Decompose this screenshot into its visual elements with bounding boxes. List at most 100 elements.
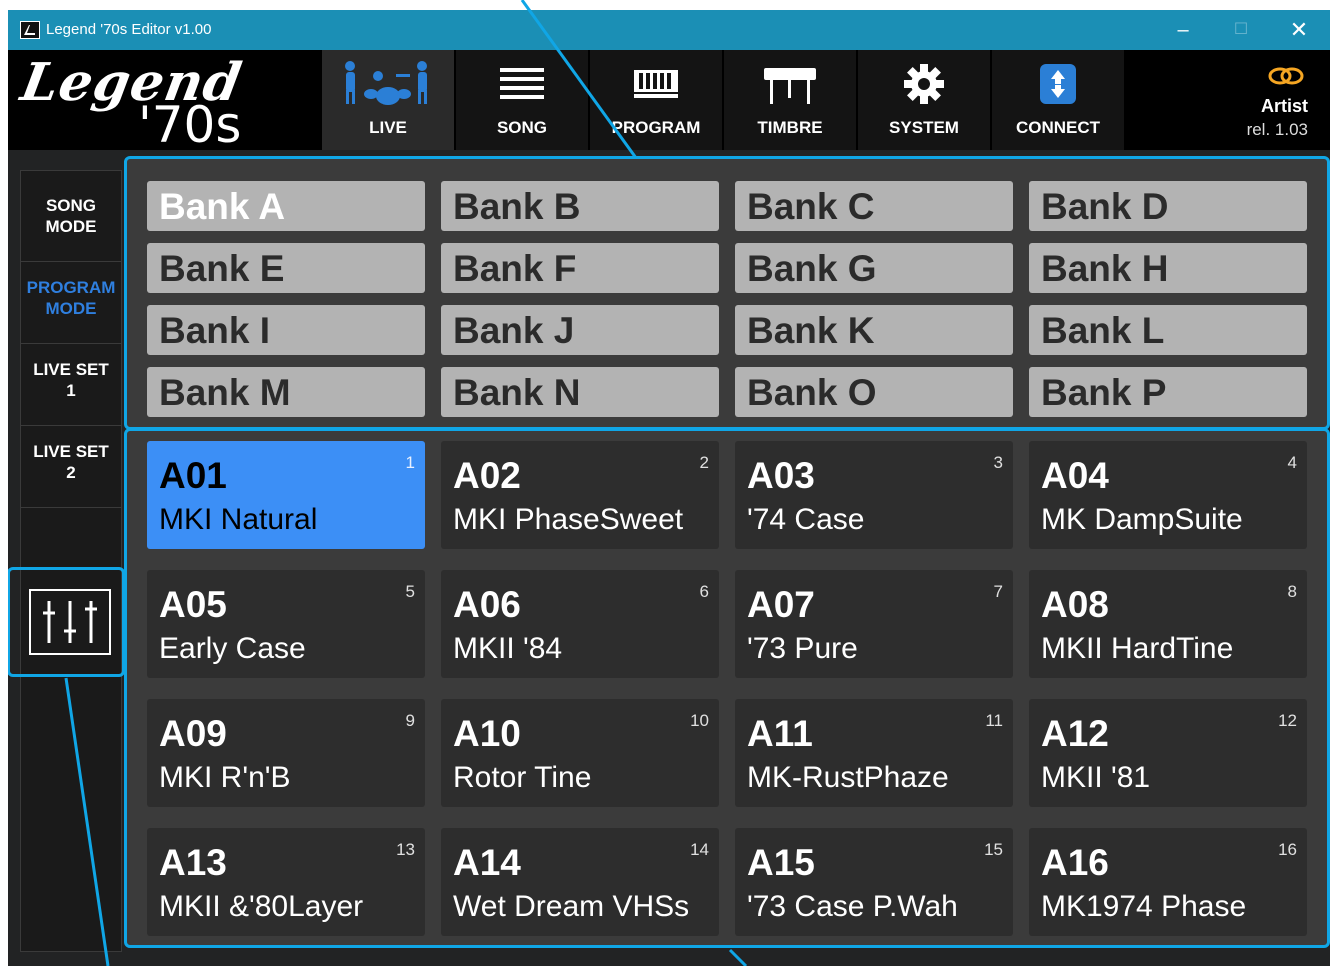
bank-button-l[interactable]: Bank L: [1029, 305, 1307, 355]
sidebar-item-live-set-2[interactable]: LIVE SET 2: [21, 441, 121, 483]
tab-label: CONNECT: [1015, 118, 1101, 137]
program-number: 16: [1278, 840, 1297, 859]
program-number: 7: [993, 582, 1003, 601]
header: Legend '70s LIVE SONG PROGRAM TIMBRE SYSTEM C…: [8, 50, 1330, 154]
bank-button-m[interactable]: Bank M: [147, 367, 425, 417]
program-name: Early Case: [159, 632, 306, 665]
bank-button-g[interactable]: Bank G: [735, 243, 1013, 293]
program-name: '74 Case: [747, 503, 865, 536]
program-name: MKII '81: [1041, 761, 1151, 794]
program-number: 12: [1278, 711, 1297, 730]
sidebar-divider: [21, 343, 121, 344]
logo-era: '70s: [138, 96, 242, 154]
program-number: 5: [405, 582, 415, 601]
program-name: MKII '84: [453, 632, 563, 665]
program-slot-a10[interactable]: A10 Rotor Tine 10: [441, 699, 719, 807]
program-code: A10: [453, 713, 521, 754]
bank-button-f[interactable]: Bank F: [441, 243, 719, 293]
program-slot-a14[interactable]: A14 Wet Dream VHSs 14: [441, 828, 719, 936]
program-code: A09: [159, 713, 227, 754]
sidebar-item-program-mode[interactable]: PROGRAM MODE: [21, 277, 121, 319]
program-name: Wet Dream VHSs: [453, 890, 690, 923]
sidebar-item-live-set-1[interactable]: LIVE SET 1: [21, 359, 121, 401]
app-window: Legend '70s Editor v1.00 – ☐ ✕ Legend '7…: [8, 10, 1330, 966]
bank-button-j[interactable]: Bank J: [441, 305, 719, 355]
tab-label: SYSTEM: [889, 118, 959, 137]
program-slot-a01[interactable]: A01 MKI Natural 1: [147, 441, 425, 549]
sidebar-item-label: LIVE SET: [33, 360, 109, 379]
program-slot-a08[interactable]: A08 MKII HardTine 8: [1029, 570, 1307, 678]
program-name: MK-RustPhaze: [747, 761, 949, 794]
program-code: A05: [159, 584, 227, 625]
bank-button-e[interactable]: Bank E: [147, 243, 425, 293]
program-number: 4: [1287, 453, 1297, 472]
sidebar-item-label: SONG: [45, 196, 97, 215]
program-number: 10: [690, 711, 709, 730]
program-code: A02: [453, 455, 521, 496]
program-slot-a05[interactable]: A05 Early Case 5: [147, 570, 425, 678]
maximize-button[interactable]: ☐: [1212, 10, 1270, 50]
program-slot-a07[interactable]: A07 '73 Pure 7: [735, 570, 1013, 678]
legend-logo: Legend '70s: [17, 52, 320, 160]
tab-label: TIMBRE: [757, 118, 823, 137]
program-slot-a16[interactable]: A16 MK1974 Phase 16: [1029, 828, 1307, 936]
bank-button-k[interactable]: Bank K: [735, 305, 1013, 355]
program-number: 9: [405, 711, 415, 730]
release-version: rel. 1.03: [1246, 120, 1308, 139]
sidebar-item-song-mode[interactable]: SONG MODE: [21, 195, 121, 237]
program-number: 1: [405, 453, 415, 472]
program-slot-a03[interactable]: A03 '74 Case 3: [735, 441, 1013, 549]
bank-button-c[interactable]: Bank C: [735, 181, 1013, 231]
program-number: 2: [699, 453, 709, 472]
bank-button-i[interactable]: Bank I: [147, 305, 425, 355]
program-slot-a15[interactable]: A15 '73 Case P.Wah 15: [735, 828, 1013, 936]
program-number: 15: [984, 840, 1003, 859]
bank-button-a[interactable]: Bank A: [147, 181, 425, 231]
mode-sidebar: SONG MODE PROGRAM MODE LIVE SET 1 LIVE SET 2: [8, 170, 125, 952]
program-name: MK1974 Phase: [1041, 890, 1247, 923]
tab-timbre[interactable]: TIMBRE: [724, 50, 856, 150]
program-name: '73 Case P.Wah: [747, 890, 958, 923]
program-slot-a04[interactable]: A04 MK DampSuite 4: [1029, 441, 1307, 549]
piano-icon: [760, 62, 820, 106]
program-code: A04: [1041, 455, 1109, 496]
program-name: MKI PhaseSweet: [453, 503, 684, 536]
program-name: MKI R'n'B: [159, 761, 291, 794]
program-number: 8: [1287, 582, 1297, 601]
program-slot-a06[interactable]: A06 MKII '84 6: [441, 570, 719, 678]
connect-icon: [1028, 62, 1088, 106]
tab-system[interactable]: SYSTEM: [858, 50, 990, 150]
list-icon: [492, 62, 552, 106]
program-number: 6: [699, 582, 709, 601]
sidebar-item-sublabel: MODE: [45, 299, 97, 318]
program-slot-a02[interactable]: A02 MKI PhaseSweet 2: [441, 441, 719, 549]
tab-label: SONG: [496, 118, 548, 137]
bank-button-d[interactable]: Bank D: [1029, 181, 1307, 231]
minimize-button[interactable]: –: [1154, 10, 1212, 50]
tab-connect[interactable]: CONNECT: [992, 50, 1124, 150]
bank-button-p[interactable]: Bank P: [1029, 367, 1307, 417]
program-slot-a11[interactable]: A11 MK-RustPhaze 11: [735, 699, 1013, 807]
bank-panel: Bank A Bank B Bank C Bank D Bank E Bank F Bank…: [124, 156, 1330, 430]
program-name: MKII &'80Layer: [159, 890, 364, 923]
artist-badge-icon: [1268, 67, 1304, 85]
program-code: A14: [453, 842, 521, 883]
tab-label: LIVE: [369, 118, 407, 137]
mixer-sliders-icon[interactable]: [29, 589, 111, 655]
program-slot-a13[interactable]: A13 MKII &'80Layer 13: [147, 828, 425, 936]
sidebar-item-label: LIVE SET: [33, 442, 109, 461]
close-button[interactable]: ✕: [1270, 10, 1328, 50]
program-code: A08: [1041, 584, 1109, 625]
tab-program[interactable]: PROGRAM: [590, 50, 722, 150]
bank-button-h[interactable]: Bank H: [1029, 243, 1307, 293]
program-slot-a09[interactable]: A09 MKI R'n'B 9: [147, 699, 425, 807]
tab-song[interactable]: SONG: [456, 50, 588, 150]
tab-label: PROGRAM: [611, 118, 701, 137]
bank-button-o[interactable]: Bank O: [735, 367, 1013, 417]
tab-live[interactable]: LIVE: [322, 50, 454, 150]
sidebar-item-sublabel: MODE: [45, 217, 97, 236]
bank-button-b[interactable]: Bank B: [441, 181, 719, 231]
program-slot-a12[interactable]: A12 MKII '81 12: [1029, 699, 1307, 807]
account-level: Artist: [1260, 96, 1308, 116]
bank-button-n[interactable]: Bank N: [441, 367, 719, 417]
